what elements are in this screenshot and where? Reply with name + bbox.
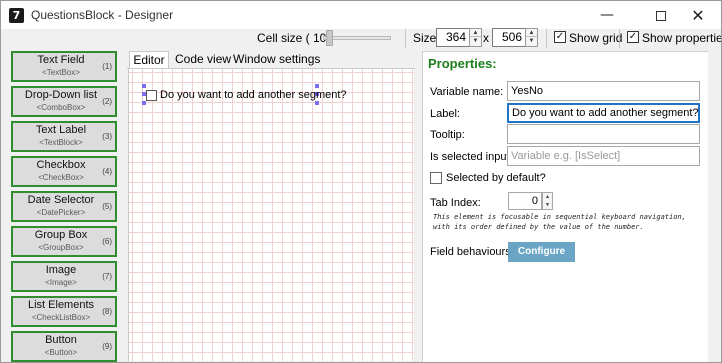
toolbox-item-shortcut: (6) (102, 237, 112, 246)
tooltip-label: Tooltip: (430, 129, 465, 141)
field-behaviours-label: Field behaviours: (430, 246, 514, 258)
title-bar: 7 QuestionsBlock - Designer — ✕ (1, 1, 721, 29)
chevron-up-icon[interactable]: ▲ (543, 193, 552, 201)
toolbox-item-class: <CheckListBox> (31, 313, 91, 322)
toolbar-divider (546, 29, 547, 48)
show-grid-checkbox[interactable]: ✓ (554, 31, 566, 43)
toolbox-item-class: <CheckBox> (38, 173, 84, 182)
toolbox-item-shortcut: (8) (102, 307, 112, 316)
tooltip-input[interactable] (507, 124, 700, 144)
toolbox-item-shortcut: (4) (102, 167, 112, 176)
chevron-down-icon[interactable]: ▼ (470, 37, 481, 45)
chevron-down-icon[interactable]: ▼ (543, 201, 552, 209)
toolbar-divider (405, 29, 406, 48)
toolbox-item-class: <GroupBox> (38, 243, 84, 252)
height-input[interactable]: 506 (492, 28, 526, 47)
toolbox-item-shortcut: (1) (102, 62, 112, 71)
is-selected-input-placeholder: Variable e.g. [IsSelect] (511, 150, 621, 162)
toolbox-item-label: Text Label (35, 124, 87, 136)
cell-size-slider-thumb[interactable] (326, 30, 333, 46)
close-button[interactable]: ✕ (675, 2, 721, 29)
tab-index-input[interactable]: 0 (508, 192, 542, 210)
configure-button[interactable]: Configure (508, 242, 575, 262)
toolbox-dropdown-list-button[interactable]: Drop-Down list <ComboBox> (2) (11, 86, 117, 117)
label-label: Label: (430, 108, 460, 120)
editor-canvas[interactable] (128, 69, 414, 361)
tab-code-view[interactable]: Code view (175, 51, 231, 69)
help-text-line: This element is focusable in sequential … (433, 213, 686, 221)
label-input[interactable]: Do you want to add another segment? (507, 103, 700, 123)
toolbox-item-label: List Elements (27, 299, 95, 311)
toolbox-item-label: Image (45, 264, 77, 276)
tab-index-stepper[interactable]: ▲ ▼ (542, 192, 553, 210)
toolbox-item-shortcut: (3) (102, 132, 112, 141)
canvas-checkbox-label[interactable]: Do you want to add another segment? (160, 89, 347, 101)
toolbox-item-label: Button (45, 334, 77, 346)
toolbox-image-button[interactable]: Image <Image> (7) (11, 261, 117, 292)
toolbox-item-label: Drop-Down list (24, 89, 98, 101)
toolbox-item-label: Checkbox (36, 159, 86, 171)
tab-editor[interactable]: Editor (129, 51, 169, 69)
resize-handle[interactable] (142, 101, 146, 105)
resize-handle[interactable] (142, 84, 146, 88)
toolbox-item-class: <TextBlock> (39, 138, 83, 147)
toolbox-item-class: <TextBox> (42, 68, 80, 77)
toolbar-divider (619, 29, 620, 48)
toolbox-text-label-button[interactable]: Text Label <TextBlock> (3) (11, 121, 117, 152)
toolbox-checkbox-button[interactable]: Checkbox <CheckBox> (4) (11, 156, 117, 187)
canvas-checkbox[interactable] (146, 90, 157, 101)
is-selected-input-label: Is selected input: (430, 151, 513, 163)
selected-by-default-checkbox[interactable] (430, 172, 442, 184)
toolbox-item-class: <Button> (44, 348, 78, 357)
properties-title: Properties: (428, 56, 497, 71)
toolbox-item-class: <ComboBox> (36, 103, 86, 112)
show-properties-checkbox[interactable]: ✓ (627, 31, 639, 43)
toolbox-item-label: Date Selector (27, 194, 95, 206)
variable-name-label: Variable name: (430, 86, 504, 98)
is-selected-input-field[interactable]: Variable e.g. [IsSelect] (507, 146, 700, 166)
chevron-up-icon[interactable]: ▲ (526, 29, 537, 37)
toolbox-group-box-button[interactable]: Group Box <GroupBox> (6) (11, 226, 117, 257)
selected-by-default-label: Selected by default? (446, 172, 546, 184)
chevron-down-icon[interactable]: ▼ (526, 37, 537, 45)
toolbox-item-shortcut: (7) (102, 272, 112, 281)
size-separator-x: x (483, 31, 489, 45)
width-input[interactable]: 364 (436, 28, 470, 47)
toolbox-list-elements-button[interactable]: List Elements <CheckListBox> (8) (11, 296, 117, 327)
toolbox-item-class: <DatePicker> (36, 208, 86, 217)
toolbox-item-label: Text Field (37, 54, 85, 66)
chevron-up-icon[interactable]: ▲ (470, 29, 481, 37)
tab-index-label: Tab Index: (430, 197, 481, 209)
toolbox-item-shortcut: (9) (102, 342, 112, 351)
window-title: QuestionsBlock - Designer (31, 8, 174, 22)
app-logo-icon: 7 (9, 8, 24, 23)
tab-index-help-text: This element is focusable in sequential … (433, 212, 708, 232)
tab-window-settings[interactable]: Window settings (233, 51, 320, 69)
show-grid-label: Show grid (569, 31, 623, 45)
help-text-line: with its order defined by the value of t… (433, 223, 644, 231)
height-stepper[interactable]: ▲ ▼ (525, 28, 538, 47)
toolbox-item-label: Group Box (34, 229, 88, 241)
toolbox-item-shortcut: (2) (102, 97, 112, 106)
resize-handle[interactable] (315, 101, 319, 105)
maximize-icon (656, 10, 666, 21)
resize-handle[interactable] (315, 84, 319, 88)
width-stepper[interactable]: ▲ ▼ (469, 28, 482, 47)
toolbox-item-shortcut: (5) (102, 202, 112, 211)
toolbox-text-field-button[interactable]: Text Field <TextBox> (1) (11, 51, 117, 82)
cell-size-slider-track[interactable] (323, 36, 391, 40)
toolbox-item-class: <Image> (45, 278, 77, 287)
toolbox-date-selector-button[interactable]: Date Selector <DatePicker> (5) (11, 191, 117, 222)
minimize-button[interactable]: — (584, 2, 630, 29)
show-properties-label: Show properties (642, 31, 722, 45)
variable-name-input[interactable]: YesNo (507, 81, 700, 101)
toolbox-button-button[interactable]: Button <Button> (9) (11, 331, 117, 362)
